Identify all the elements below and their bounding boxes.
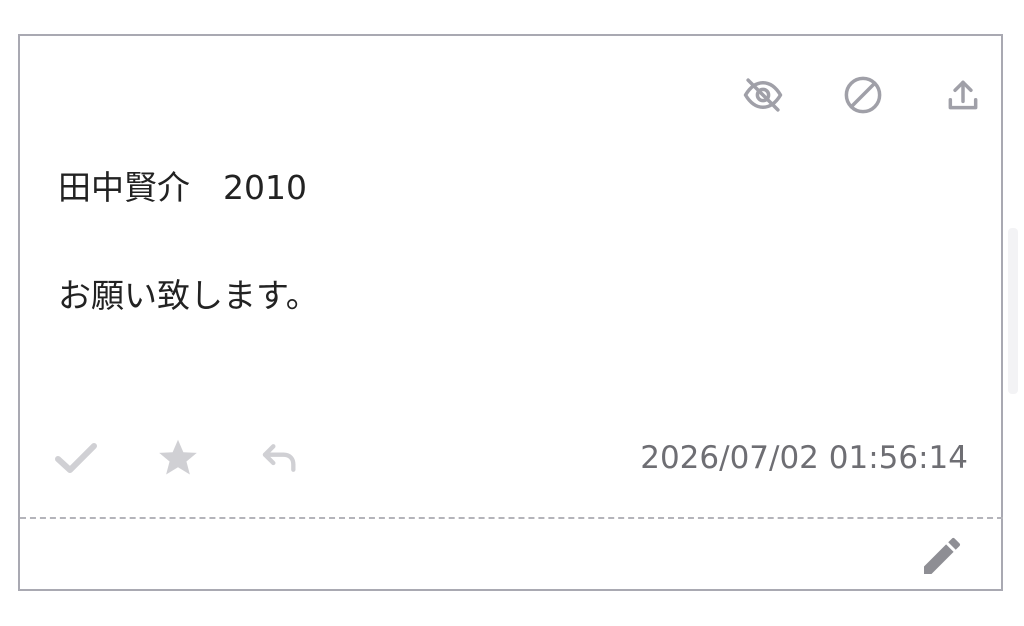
- eye-off-icon[interactable]: [742, 74, 784, 116]
- star-icon[interactable]: [154, 434, 202, 482]
- card-divider: [20, 517, 1003, 519]
- upload-icon[interactable]: [942, 74, 984, 116]
- pencil-icon[interactable]: [916, 530, 968, 582]
- post-timestamp: 2026/07/02 01:56:14: [640, 440, 968, 476]
- reply-icon[interactable]: [256, 434, 304, 482]
- scroll-track: [1008, 228, 1018, 394]
- post-author: 田中賢介 2010: [58, 168, 307, 207]
- post-message: お願い致します。: [58, 276, 319, 315]
- check-icon[interactable]: [52, 434, 100, 482]
- post-actions-top: [742, 74, 984, 116]
- block-icon[interactable]: [842, 74, 884, 116]
- post-actions-bottom: [52, 434, 304, 482]
